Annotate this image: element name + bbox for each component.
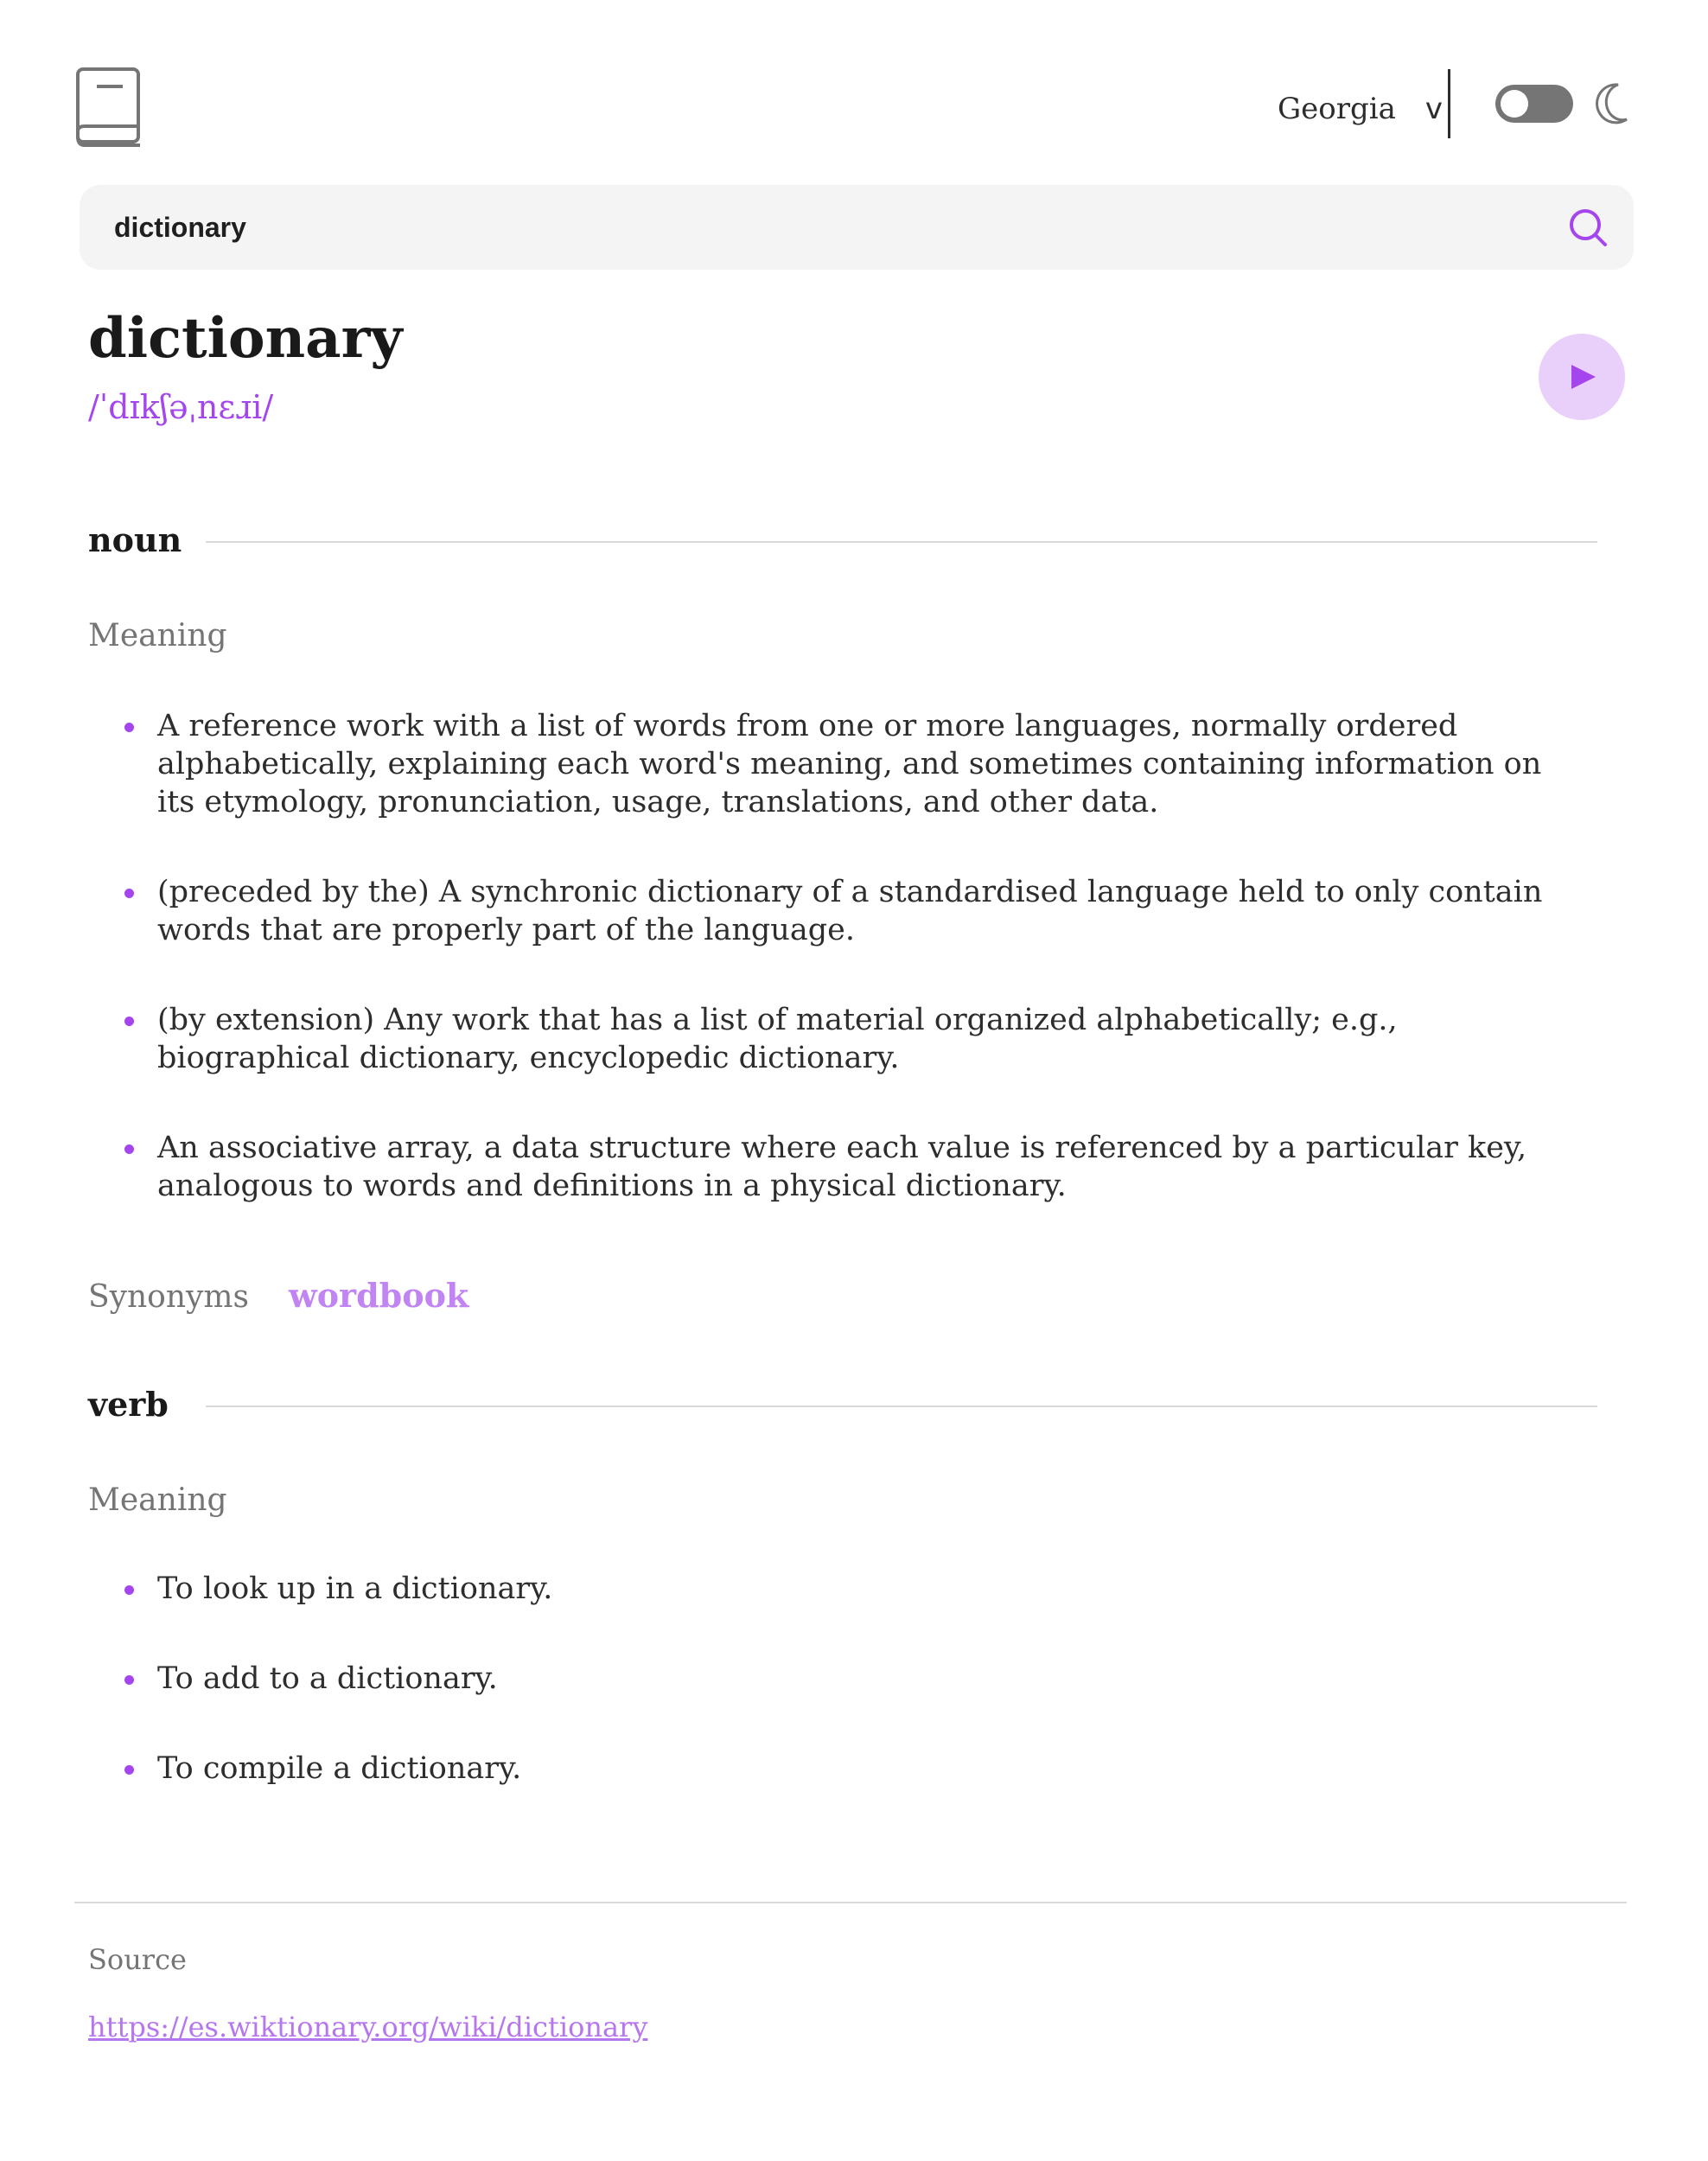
bullet	[124, 1765, 134, 1775]
definition-text: To add to a dictionary.	[157, 1661, 498, 1696]
theme-toggle[interactable]	[1495, 85, 1573, 123]
bullet	[124, 1017, 134, 1026]
bullet	[124, 889, 134, 898]
list-item: To look up in a dictionary.	[88, 1570, 1558, 1608]
definition-list-verb: To look up in a dictionary. To add to a …	[88, 1570, 1558, 1788]
section-verb: verb	[88, 1383, 1597, 1426]
header: Georgia v	[76, 67, 1632, 150]
play-pronunciation-button[interactable]	[1539, 334, 1625, 420]
part-of-speech-label: noun	[88, 520, 182, 559]
list-item: An associative array, a data structure w…	[88, 1129, 1558, 1205]
section-noun: noun	[88, 519, 1597, 562]
bullet	[124, 723, 134, 732]
word-title: dictionary	[88, 306, 403, 371]
source-label: Source	[88, 1943, 187, 1976]
source-link[interactable]: https://es.wiktionary.org/wiki/dictionar…	[88, 2011, 647, 2043]
theme-toggle-knob	[1501, 90, 1528, 118]
section-divider	[206, 1406, 1597, 1407]
synonyms-row: Synonyms wordbook	[88, 1276, 468, 1315]
chevron-down-icon: v	[1424, 92, 1444, 126]
word-phonetic: /ˈdɪkʃəˌnɛɹi/	[88, 388, 274, 426]
definition-list-noun: A reference work with a list of words fr…	[88, 707, 1558, 1205]
definition-text: (preceded by the) A synchronic dictionar…	[157, 875, 1543, 947]
bullet	[124, 1144, 134, 1154]
dictionary-page: Georgia v dictionary /ˈdɪkʃəˌnɛɹi/ noun …	[0, 0, 1708, 2161]
meaning-label: Meaning	[88, 618, 227, 653]
part-of-speech-label: verb	[88, 1385, 169, 1424]
list-item: To add to a dictionary.	[88, 1660, 1558, 1698]
definition-text: (by extension) Any work that has a list …	[157, 1003, 1398, 1075]
synonym-link[interactable]: wordbook	[289, 1276, 468, 1315]
section-divider	[206, 541, 1597, 543]
definition-text: To look up in a dictionary.	[157, 1571, 553, 1606]
search-input[interactable]	[114, 185, 1532, 270]
header-divider	[1448, 69, 1450, 138]
list-item: (by extension) Any work that has a list …	[88, 1001, 1558, 1077]
footer-divider	[74, 1902, 1627, 1903]
bullet	[124, 1585, 134, 1595]
search-bar	[80, 185, 1634, 270]
font-selector[interactable]: Georgia v	[1278, 83, 1443, 135]
definition-text: To compile a dictionary.	[157, 1751, 522, 1786]
moon-icon	[1596, 83, 1628, 124]
list-item: To compile a dictionary.	[88, 1750, 1558, 1788]
definition-text: An associative array, a data structure w…	[157, 1131, 1527, 1203]
bullet	[124, 1675, 134, 1685]
book-icon[interactable]	[76, 67, 142, 149]
meaning-label: Meaning	[88, 1482, 227, 1518]
list-item: (preceded by the) A synchronic dictionar…	[88, 873, 1558, 949]
play-icon	[1571, 365, 1596, 389]
search-icon[interactable]	[1568, 207, 1608, 247]
list-item: A reference work with a list of words fr…	[88, 707, 1558, 821]
synonyms-label: Synonyms	[88, 1279, 249, 1315]
font-selected-label: Georgia	[1278, 92, 1396, 126]
definition-text: A reference work with a list of words fr…	[157, 709, 1542, 819]
